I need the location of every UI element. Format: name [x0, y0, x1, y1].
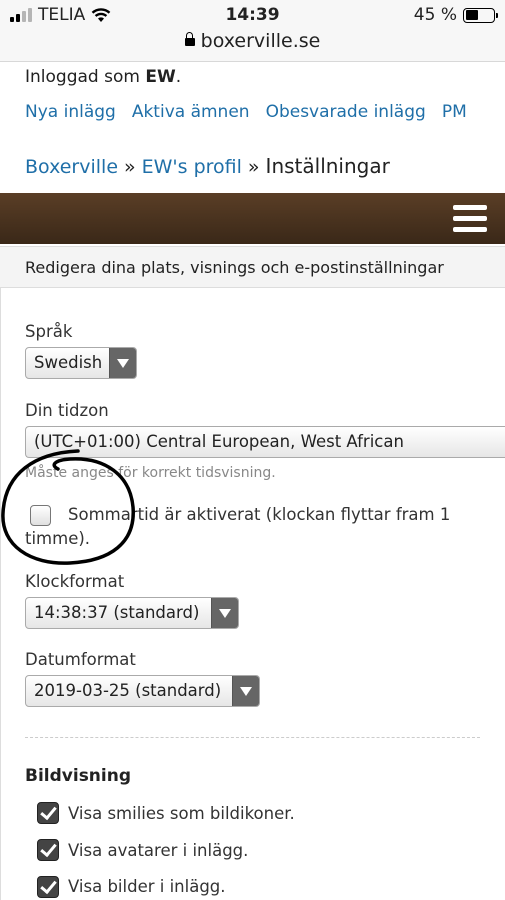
breadcrumb-separator: »	[124, 156, 136, 178]
breadcrumb-root[interactable]: Boxerville	[25, 156, 118, 178]
status-bar: TELIA 14:39 45 %	[0, 0, 505, 30]
date-format-select[interactable]: 2019-03-25 (standard)	[25, 675, 260, 707]
images-label: Visa bilder i inlägg.	[68, 877, 226, 896]
lock-icon	[184, 32, 195, 46]
quick-links: Nya inlägg Aktiva ämnen Obesvarade inläg…	[25, 102, 467, 122]
menu-icon[interactable]	[453, 205, 487, 233]
language-select[interactable]: Swedish	[25, 347, 137, 379]
timezone-label: Din tidzon	[25, 401, 109, 420]
breadcrumb-separator: »	[247, 156, 260, 178]
battery-fill	[465, 10, 478, 20]
url-domain: boxerville.se	[200, 30, 321, 52]
status-right: 45 %	[413, 5, 498, 25]
language-value: Swedish	[34, 353, 103, 372]
page-title: Inställningar	[265, 154, 390, 178]
link-new-posts[interactable]: Nya inlägg	[25, 102, 116, 122]
chevron-down-icon	[109, 348, 136, 378]
date-format-label: Datumformat	[25, 650, 136, 669]
avatars-checkbox[interactable]	[37, 839, 59, 861]
link-pm[interactable]: PM	[442, 102, 467, 122]
logged-in-line: Inloggad som EW.	[25, 67, 181, 87]
url-bar[interactable]: boxerville.se	[0, 30, 505, 62]
smilies-label: Visa smilies som bildikoner.	[68, 804, 295, 823]
breadcrumb: Boxerville » EW's profil » Inställningar	[25, 154, 390, 178]
logged-in-prefix: Inloggad som	[25, 67, 140, 87]
images-checkbox[interactable]	[37, 876, 59, 898]
image-display-title: Bildvisning	[25, 766, 132, 786]
time-format-value: 14:38:37 (standard)	[34, 603, 200, 622]
battery-icon	[463, 7, 498, 23]
site-banner	[0, 193, 505, 244]
avatars-label: Visa avatarer i inlägg.	[68, 841, 249, 860]
link-unanswered[interactable]: Obesvarade inlägg	[266, 102, 426, 122]
date-format-value: 2019-03-25 (standard)	[34, 681, 222, 700]
time-format-select[interactable]: 14:38:37 (standard)	[25, 597, 239, 629]
logged-in-user: EW	[145, 67, 176, 87]
form-header: Redigera dina plats, visnings och e-post…	[0, 246, 505, 288]
annotation-circle	[1, 449, 135, 565]
breadcrumb-profile[interactable]: EW's profil	[142, 156, 242, 178]
chevron-down-icon	[232, 676, 259, 706]
battery-percent: 45 %	[413, 5, 457, 25]
time-format-label: Klockformat	[25, 572, 125, 591]
logged-in-suffix: .	[175, 67, 182, 87]
link-active-topics[interactable]: Aktiva ämnen	[132, 102, 250, 122]
section-divider	[25, 737, 480, 738]
language-label: Språk	[25, 322, 73, 341]
chevron-down-icon	[211, 598, 238, 628]
smilies-checkbox[interactable]	[37, 802, 59, 824]
